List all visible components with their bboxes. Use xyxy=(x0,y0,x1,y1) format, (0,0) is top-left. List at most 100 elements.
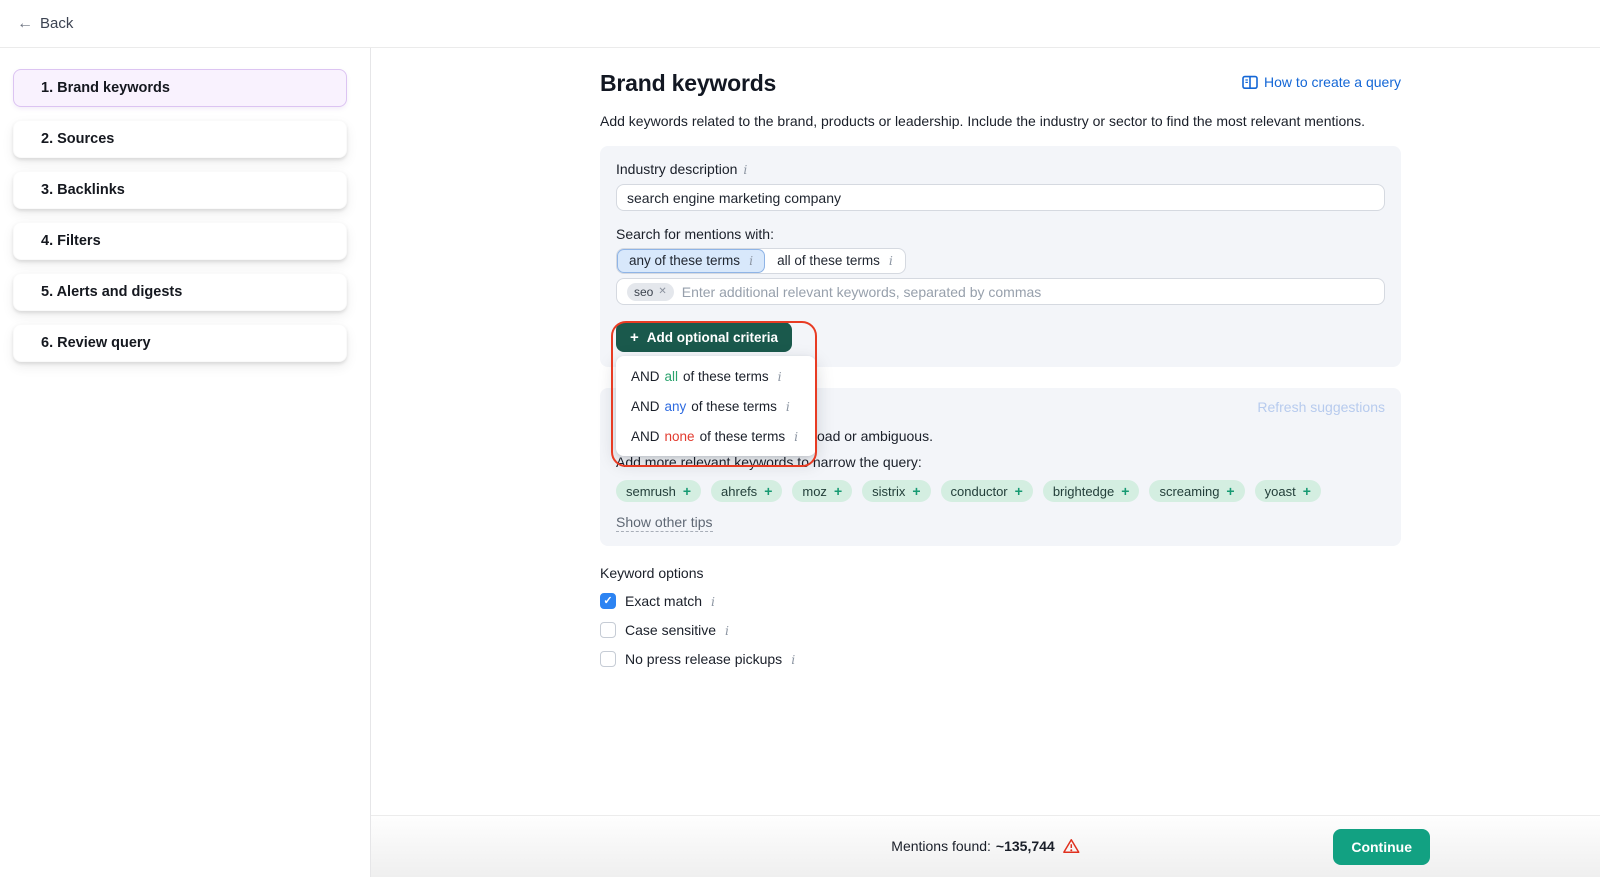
menu-item-rest: of these terms xyxy=(683,369,769,384)
main-area: Brand keywords How to create a query Add… xyxy=(371,48,1600,877)
menu-item-prefix: AND xyxy=(631,399,660,414)
steps-sidebar: 1. Brand keywords 2. Sources 3. Backlink… xyxy=(0,48,371,877)
chip-label: ahrefs xyxy=(721,484,757,499)
info-icon[interactable]: i xyxy=(743,162,747,177)
chip-label: sistrix xyxy=(872,484,905,499)
book-icon xyxy=(1242,75,1258,90)
add-optional-criteria-button[interactable]: + Add optional criteria xyxy=(616,322,792,352)
industry-description-label: Industry description xyxy=(616,161,737,177)
help-link[interactable]: How to create a query xyxy=(1242,74,1401,90)
sidebar-item-alerts-and-digests[interactable]: 5. Alerts and digests xyxy=(13,273,347,311)
tab-any-of-these-terms[interactable]: any of these terms i xyxy=(617,249,765,273)
footer-bar: Mentions found: ~135,744 Continue xyxy=(371,815,1600,877)
info-icon[interactable]: i xyxy=(786,399,790,414)
menu-item-prefix: AND xyxy=(631,369,660,384)
remove-keyword-icon[interactable]: ✕ xyxy=(658,286,666,297)
suggested-keyword-moz[interactable]: moz + xyxy=(792,480,852,502)
keywords-input[interactable]: seo ✕ Enter additional relevant keywords… xyxy=(616,278,1385,305)
info-icon[interactable]: i xyxy=(725,623,729,638)
add-keyword-icon: + xyxy=(1226,483,1234,499)
help-link-label: How to create a query xyxy=(1264,74,1401,90)
info-icon[interactable]: i xyxy=(889,253,893,268)
menu-item-word: none xyxy=(665,429,695,444)
back-button[interactable]: ← Back xyxy=(17,15,73,32)
keyword-options-section: Keyword options ✓ Exact match i Case sen… xyxy=(600,565,1401,668)
suggested-keyword-screaming[interactable]: screaming+ xyxy=(1149,480,1244,502)
menu-item-and-any-of-these-terms[interactable]: AND any of these terms i xyxy=(616,391,816,421)
info-icon[interactable]: i xyxy=(749,253,753,268)
chip-label: moz xyxy=(802,484,827,499)
keywords-input-placeholder: Enter additional relevant keywords, sepa… xyxy=(682,284,1042,300)
keyword-options-title: Keyword options xyxy=(600,565,1401,581)
tab-all-of-these-terms[interactable]: all of these terms i xyxy=(765,249,905,273)
info-icon[interactable]: i xyxy=(711,594,715,609)
sidebar-item-filters[interactable]: 4. Filters xyxy=(13,222,347,260)
case-sensitive-checkbox[interactable] xyxy=(600,622,616,638)
add-keyword-icon: + xyxy=(1121,483,1129,499)
menu-item-word: any xyxy=(665,399,687,414)
option-row-no-press-release: No press release pickups i xyxy=(600,650,1401,668)
add-keyword-icon: + xyxy=(1303,483,1311,499)
chip-label: brightedge xyxy=(1053,484,1114,499)
option-row-case-sensitive: Case sensitive i xyxy=(600,621,1401,639)
sidebar-item-brand-keywords[interactable]: 1. Brand keywords xyxy=(13,69,347,107)
menu-item-word: all xyxy=(665,369,679,384)
industry-description-input[interactable]: search engine marketing company xyxy=(616,184,1385,211)
suggested-keyword-brightedge[interactable]: brightedge + xyxy=(1043,480,1140,502)
menu-item-and-none-of-these-terms[interactable]: AND none of these terms i xyxy=(616,421,816,451)
top-bar: ← Back xyxy=(0,0,1600,48)
sidebar-item-review-query[interactable]: 6. Review query xyxy=(13,324,347,362)
suggested-keyword-conductor[interactable]: conductor+ xyxy=(941,480,1033,502)
keyword-tag-label: seo xyxy=(634,285,653,299)
suggested-keywords-row: semrush+ ahrefs + moz + sistrix + conductor… xyxy=(616,480,1321,502)
back-arrow-icon: ← xyxy=(17,16,33,32)
warning-icon[interactable] xyxy=(1063,838,1080,854)
exact-match-checkbox[interactable]: ✓ xyxy=(600,593,616,609)
match-type-tabs: any of these terms i all of these terms … xyxy=(616,248,906,274)
sidebar-item-backlinks[interactable]: 3. Backlinks xyxy=(13,171,347,209)
add-keyword-icon: + xyxy=(912,483,920,499)
search-mentions-label: Search for mentions with: xyxy=(616,226,774,242)
mentions-found: Mentions found: ~135,744 xyxy=(891,838,1079,854)
mentions-found-label: Mentions found: xyxy=(891,838,991,854)
suggested-keyword-sistrix[interactable]: sistrix + xyxy=(862,480,930,502)
refresh-suggestions-link[interactable]: Refresh suggestions xyxy=(1257,399,1385,415)
no-press-release-checkbox[interactable] xyxy=(600,651,616,667)
option-row-exact-match: ✓ Exact match i xyxy=(600,592,1401,610)
menu-item-rest: of these terms xyxy=(700,429,786,444)
add-keyword-icon: + xyxy=(683,483,691,499)
info-icon[interactable]: i xyxy=(791,652,795,667)
suggested-keyword-ahrefs[interactable]: ahrefs + xyxy=(711,480,782,502)
back-label: Back xyxy=(40,15,73,32)
keyword-tag-seo[interactable]: seo ✕ xyxy=(627,283,674,301)
add-keyword-icon: + xyxy=(834,483,842,499)
suggested-keyword-yoast[interactable]: yoast + xyxy=(1255,480,1321,502)
suggested-keyword-semrush[interactable]: semrush+ xyxy=(616,480,701,502)
menu-item-rest: of these terms xyxy=(691,399,777,414)
tab-any-label: any of these terms xyxy=(629,253,740,268)
info-icon[interactable]: i xyxy=(778,369,782,384)
continue-button[interactable]: Continue xyxy=(1333,829,1430,865)
narrow-query-label: Add more relevant keywords to narrow the… xyxy=(616,454,922,470)
criteria-dropdown-menu: AND all of these terms i AND any of thes… xyxy=(616,356,816,456)
add-keyword-icon: + xyxy=(764,483,772,499)
exact-match-label: Exact match xyxy=(625,593,702,609)
info-icon[interactable]: i xyxy=(794,429,798,444)
no-press-release-label: No press release pickups xyxy=(625,651,782,667)
page-description: Add keywords related to the brand, produ… xyxy=(600,111,1401,131)
check-icon: ✓ xyxy=(603,596,612,607)
plus-icon: + xyxy=(630,329,639,346)
tab-all-label: all of these terms xyxy=(777,253,880,268)
industry-description-value: search engine marketing company xyxy=(627,190,841,206)
mentions-count: ~135,744 xyxy=(996,838,1055,854)
add-keyword-icon: + xyxy=(1015,483,1023,499)
keywords-form-panel: Industry description i search engine mar… xyxy=(600,146,1401,367)
menu-item-and-all-of-these-terms[interactable]: AND all of these terms i xyxy=(616,361,816,391)
show-other-tips-link[interactable]: Show other tips xyxy=(616,514,713,532)
chip-label: yoast xyxy=(1265,484,1296,499)
menu-item-prefix: AND xyxy=(631,429,660,444)
sidebar-item-sources[interactable]: 2. Sources xyxy=(13,120,347,158)
suggestion-text-fragment: oad or ambiguous. xyxy=(817,428,933,444)
case-sensitive-label: Case sensitive xyxy=(625,622,716,638)
add-optional-criteria-label: Add optional criteria xyxy=(647,330,778,345)
